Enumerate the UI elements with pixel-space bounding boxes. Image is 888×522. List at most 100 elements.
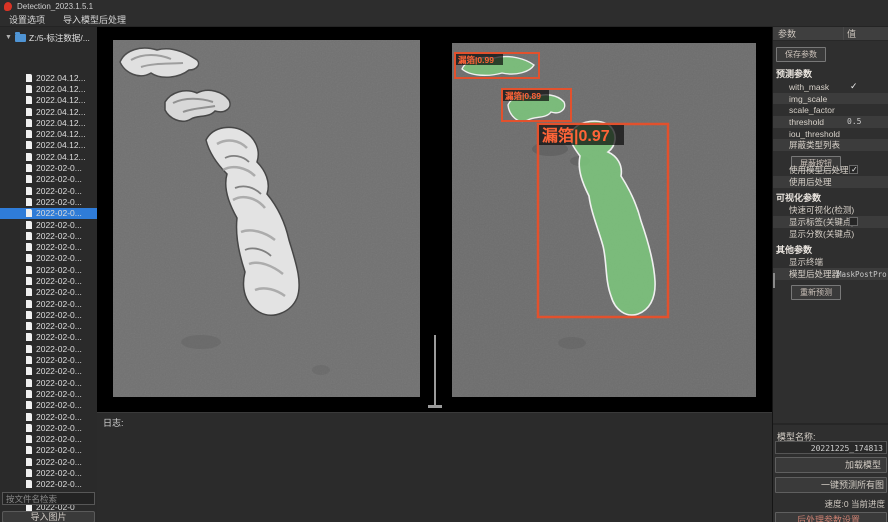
param-row-quick-visual[interactable]: 快速可视化(检测) xyxy=(773,205,888,217)
param-row-use-post[interactable]: 使用后处理 xyxy=(773,176,888,188)
file-item[interactable]: 2022-02-0... xyxy=(0,253,97,264)
import-images-button[interactable]: 导入图片 xyxy=(2,511,95,522)
menu-item-settings[interactable]: 设置选项 xyxy=(0,13,54,27)
file-item[interactable]: 2022.04.12... xyxy=(0,140,97,151)
file-item[interactable]: 2022-02-0... xyxy=(0,241,97,252)
file-icon xyxy=(26,198,32,206)
app-window: Detection_2023.1.5.1 设置选项 导入模型后处理 ▼ Z:/5… xyxy=(0,0,888,522)
file-item[interactable]: 2022.04.12... xyxy=(0,106,97,117)
file-item-label: 2022-02-0... xyxy=(36,231,82,241)
file-item[interactable]: 2022.04.12... xyxy=(0,151,97,162)
param-row-scale-factor[interactable]: scale_factor xyxy=(773,104,888,116)
file-item[interactable]: 2022-02-0... xyxy=(0,332,97,343)
param-label: threshold xyxy=(789,117,824,127)
param-row-threshold[interactable]: threshold 0.5 xyxy=(773,116,888,128)
post-param-settings-button[interactable]: 后处理参数设置 xyxy=(775,512,887,522)
file-item[interactable]: 2022.04.12... xyxy=(0,95,97,106)
file-item[interactable]: 2022-02-0... xyxy=(0,354,97,365)
param-row-img-scale[interactable]: img_scale xyxy=(773,93,888,105)
value-column-header: 值 xyxy=(843,27,888,40)
file-item[interactable]: 2022-02-0... xyxy=(0,388,97,399)
load-model-button[interactable]: 加载模型 xyxy=(775,457,887,473)
file-item[interactable]: 2022-02-0... xyxy=(0,377,97,388)
model-name-field[interactable]: 20221225_174813 xyxy=(775,441,887,454)
file-item[interactable]: 2022-02-0... xyxy=(0,208,97,219)
file-item[interactable]: 2022-02-0... xyxy=(0,400,97,411)
image-viewer-area: 漏箔|0.99 漏箔|0.89 漏箔|0.97 xyxy=(97,27,772,412)
file-item[interactable]: 2022-02-0... xyxy=(0,298,97,309)
detection-label-2: 漏箔|0.89 xyxy=(505,91,541,101)
file-item[interactable]: 2022.04.12... xyxy=(0,72,97,83)
file-item-label: 2022-02-0... xyxy=(36,276,82,286)
file-icon xyxy=(26,345,32,353)
file-item[interactable]: 2022-02-0... xyxy=(0,434,97,445)
file-item[interactable]: 2022-02-0... xyxy=(0,321,97,332)
threshold-value[interactable]: 0.5 xyxy=(847,117,861,126)
file-item-label: 2022.04.12... xyxy=(36,129,86,139)
view-splitter-handle[interactable] xyxy=(428,405,442,408)
file-icon xyxy=(26,435,32,443)
param-row-show-score-kp[interactable]: 显示分数(关键点) xyxy=(773,228,888,240)
prediction-image-canvas[interactable]: 漏箔|0.99 漏箔|0.89 漏箔|0.97 xyxy=(452,43,756,397)
tree-expander-icon[interactable]: ▼ xyxy=(5,34,12,41)
app-icon xyxy=(4,2,12,11)
file-item[interactable]: 2022-02-0... xyxy=(0,309,97,320)
file-icon xyxy=(26,277,32,285)
param-row-show-terminal[interactable]: 显示终端 xyxy=(773,257,888,269)
file-item[interactable]: 2022-02-0... xyxy=(0,479,97,490)
panel-scrollbar[interactable] xyxy=(773,273,775,288)
file-icon xyxy=(26,74,32,82)
file-icon xyxy=(26,390,32,398)
re-predict-row: 重新预测 xyxy=(773,280,888,293)
log-panel[interactable]: 日志: xyxy=(97,412,772,522)
file-item[interactable]: 2022-02-0... xyxy=(0,174,97,185)
file-icon xyxy=(26,175,32,183)
param-row-iou-threshold[interactable]: iou_threshold xyxy=(773,128,888,140)
file-item[interactable]: 2022-02-0... xyxy=(0,162,97,173)
file-item[interactable]: 2022-02-0... xyxy=(0,411,97,422)
file-item[interactable]: 2022-02-0... xyxy=(0,456,97,467)
file-item[interactable]: 2022-02-0... xyxy=(0,185,97,196)
file-item[interactable]: 2022.04.12... xyxy=(0,83,97,94)
file-icon xyxy=(26,401,32,409)
save-params-button[interactable]: 保存参数 xyxy=(776,47,826,62)
search-input[interactable] xyxy=(2,492,95,505)
detection-label-1: 漏箔|0.99 xyxy=(458,55,494,65)
param-row-mask-type-list[interactable]: 屏蔽类型列表 xyxy=(773,139,888,151)
file-item[interactable]: 2022-02-0... xyxy=(0,467,97,478)
param-row-with-mask[interactable]: with_mask ✓ xyxy=(773,81,888,93)
file-item-label: 2022-02-0... xyxy=(36,208,82,218)
param-label: iou_threshold xyxy=(789,129,840,139)
use-model-post-checkbox[interactable] xyxy=(849,165,858,174)
file-item[interactable]: 2022-02-0... xyxy=(0,343,97,354)
predict-all-button[interactable]: 一键预测所有图 xyxy=(775,477,887,493)
file-item[interactable]: 2022-02-0... xyxy=(0,196,97,207)
file-item[interactable]: 2022-02-0... xyxy=(0,422,97,433)
tree-root-folder[interactable]: ▼ Z:/5-标注数据/... xyxy=(0,30,97,45)
view-splitter[interactable] xyxy=(434,335,436,407)
file-item[interactable]: 2022.04.12... xyxy=(0,128,97,139)
file-item[interactable]: 2022.04.12... xyxy=(0,117,97,128)
re-predict-button[interactable]: 重新预测 xyxy=(791,285,841,300)
file-item[interactable]: 2022-02-0... xyxy=(0,366,97,377)
file-item[interactable]: 2022-02-0... xyxy=(0,219,97,230)
menu-item-import-postprocess[interactable]: 导入模型后处理 xyxy=(54,13,135,27)
file-item-label: 2022.04.12... xyxy=(36,107,86,117)
param-row-show-label-kp[interactable]: 显示标签(关键点) xyxy=(773,216,888,228)
file-item[interactable]: 2022-02-0... xyxy=(0,287,97,298)
param-row-use-model-post[interactable]: 使用模型后处理 xyxy=(773,164,888,176)
file-list[interactable]: 2022.04.12... 2022.04.12... 2022.04.12..… xyxy=(0,72,97,517)
file-icon xyxy=(26,119,32,127)
file-item[interactable]: 2022-02-0... xyxy=(0,230,97,241)
file-item[interactable]: 2022-02-0... xyxy=(0,264,97,275)
param-label: 快速可视化(检测) xyxy=(789,204,854,216)
file-icon xyxy=(26,413,32,421)
file-item[interactable]: 2022-02-0... xyxy=(0,275,97,286)
show-label-checkbox[interactable] xyxy=(849,217,858,226)
original-image-canvas[interactable] xyxy=(113,40,420,397)
post-processor-value[interactable]: MaskPostPro xyxy=(837,270,887,279)
right-smudge xyxy=(558,337,586,349)
file-icon xyxy=(26,458,32,466)
file-item[interactable]: 2022-02-0... xyxy=(0,445,97,456)
param-row-post-processor[interactable]: 模型后处理器 MaskPostPro xyxy=(773,268,888,280)
